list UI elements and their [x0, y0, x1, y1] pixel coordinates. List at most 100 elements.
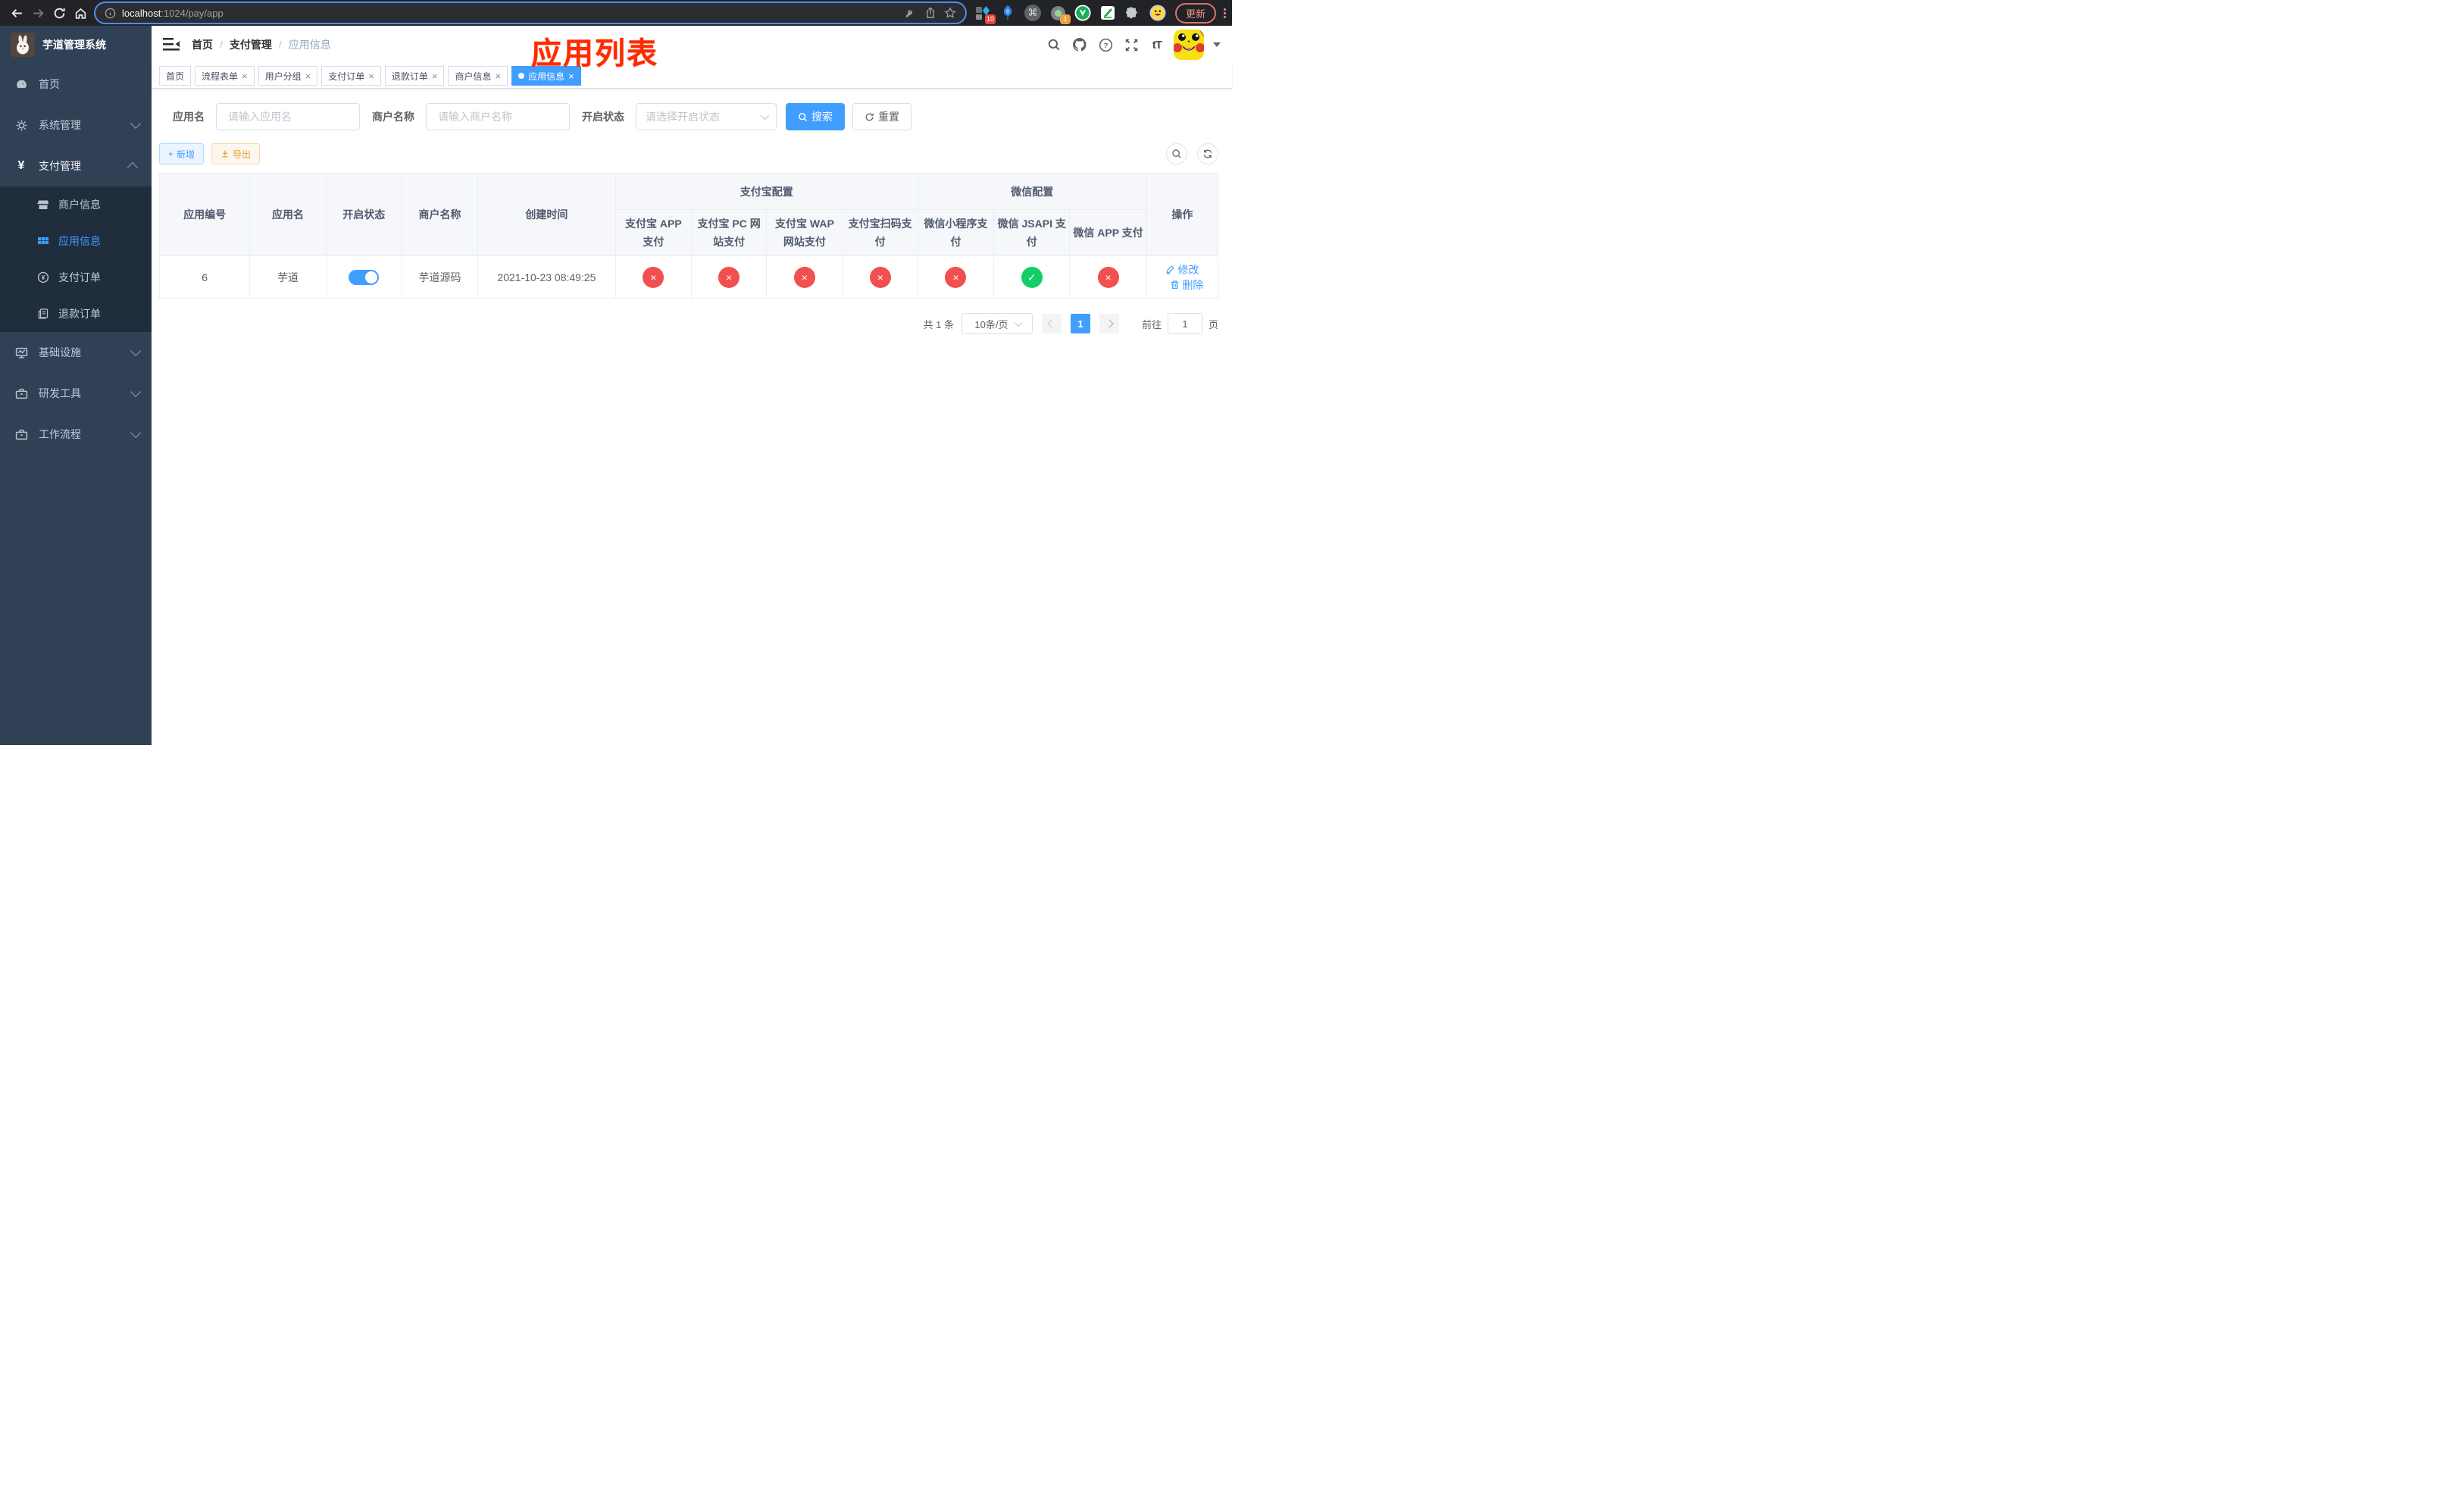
app-name-input[interactable]	[216, 103, 360, 130]
share-icon[interactable]	[924, 7, 937, 19]
password-key-icon[interactable]	[905, 7, 917, 19]
alipay-pc-status-icon: ×	[718, 266, 740, 288]
sidebar-item-pay-orders[interactable]: ¥ 支付订单	[0, 259, 152, 296]
user-avatar[interactable]	[1174, 30, 1204, 60]
tag-user-group[interactable]: 用户分组 ×	[258, 66, 318, 86]
col-alipay-qr: 支付宝扫码支付	[842, 209, 918, 256]
browser-update-button[interactable]: 更新	[1175, 2, 1217, 23]
extension-icon-green-note[interactable]	[1099, 5, 1116, 21]
browser-menu-button[interactable]	[1224, 8, 1227, 18]
export-button[interactable]: 导出	[211, 143, 261, 164]
add-button[interactable]: + 新增	[159, 143, 205, 164]
site-info-icon[interactable]	[105, 8, 116, 19]
browser-forward-button[interactable]	[27, 2, 48, 23]
github-icon[interactable]	[1071, 36, 1089, 54]
help-icon[interactable]: ?	[1096, 36, 1115, 54]
browser-reload-button[interactable]	[48, 2, 70, 23]
sidebar-collapse-icon[interactable]	[163, 38, 180, 52]
toolbox-icon	[14, 427, 28, 441]
status-select[interactable]: 请选择开启状态	[636, 103, 777, 130]
col-group-alipay: 支付宝配置	[614, 173, 918, 210]
sidebar-item-label: 商户信息	[58, 199, 101, 211]
alipay-app-status-icon: ×	[643, 266, 664, 288]
tag-home[interactable]: 首页	[159, 66, 192, 86]
delete-button[interactable]: 删除	[1170, 277, 1203, 293]
close-icon[interactable]: ×	[242, 71, 248, 81]
refresh-icon	[865, 113, 874, 121]
app-frame: 芋道管理系统 首页 系统管理 ¥ 支付管理 商户信息 应用信息 ¥ 支付订单 退…	[0, 26, 1232, 745]
extension-icon-vue-devtools[interactable]	[1074, 5, 1091, 21]
browser-back-button[interactable]	[6, 2, 27, 23]
sidebar-item-label: 支付管理	[39, 160, 81, 172]
extensions-puzzle-icon[interactable]	[1124, 5, 1141, 21]
col-wechat-jsapi: 微信 JSAPI 支付	[993, 209, 1071, 256]
browser-profile-avatar[interactable]	[1149, 5, 1166, 21]
sidebar-item-refund-orders[interactable]: 退款订单	[0, 296, 152, 332]
sidebar-logo[interactable]: 芋道管理系统	[0, 26, 152, 64]
font-size-icon[interactable]: tT	[1148, 36, 1166, 54]
puzzle-icon	[1126, 7, 1137, 19]
cell-status	[325, 255, 402, 299]
extension-icon-recorder[interactable]: 1	[1049, 5, 1071, 24]
sidebar-item-system[interactable]: 系统管理	[0, 105, 152, 146]
breadcrumb-payment[interactable]: 支付管理	[230, 37, 272, 52]
smiley-avatar-icon	[1149, 5, 1166, 21]
col-status: 开启状态	[325, 173, 402, 256]
close-icon[interactable]: ×	[495, 71, 501, 81]
close-icon[interactable]: ×	[305, 71, 311, 81]
yen-icon: ¥	[17, 159, 25, 172]
extension-icon-blocks[interactable]: 10	[974, 5, 996, 24]
show-search-toggle-button[interactable]	[1166, 143, 1187, 164]
tag-merchant-info[interactable]: 商户信息 ×	[448, 66, 508, 86]
breadcrumb-home[interactable]: 首页	[192, 37, 213, 52]
sidebar-item-payment[interactable]: ¥ 支付管理	[0, 146, 152, 186]
home-icon	[75, 8, 86, 19]
navbar-actions: ? tT	[1045, 30, 1221, 60]
address-bar[interactable]: localhost:1024/pay/app	[95, 3, 965, 23]
search-button[interactable]: 搜索	[786, 103, 845, 130]
sidebar-item-workflow[interactable]: 工作流程	[0, 414, 152, 455]
sidebar-item-label: 研发工具	[39, 387, 81, 399]
edit-pencil-icon	[1166, 265, 1175, 274]
url-text: localhost:1024/pay/app	[122, 7, 224, 19]
browser-home-button[interactable]	[70, 2, 91, 23]
sidebar-item-label: 基础设施	[39, 346, 81, 358]
bookmark-star-icon[interactable]	[944, 7, 956, 19]
sidebar-item-home[interactable]: 首页	[0, 64, 152, 105]
sidebar-item-dev-tools[interactable]: 研发工具	[0, 373, 152, 414]
edit-button[interactable]: 修改	[1165, 262, 1199, 277]
col-wechat-app: 微信 APP 支付	[1069, 209, 1147, 256]
close-icon[interactable]: ×	[432, 71, 438, 81]
refresh-table-button[interactable]	[1197, 143, 1218, 164]
header-search-icon[interactable]	[1045, 36, 1063, 54]
search-form: 应用名 商户名称 开启状态 请选择开启状态 搜索 重置	[159, 103, 1218, 130]
extension-icon-kite[interactable]	[999, 5, 1016, 21]
chevron-down-icon	[1014, 318, 1022, 327]
alipay-qr-status-icon: ×	[869, 266, 891, 288]
next-page-button[interactable]	[1099, 314, 1119, 333]
tag-refund-orders[interactable]: 退款订单 ×	[384, 66, 445, 86]
extension-icon-command[interactable]: ⌘	[1024, 5, 1041, 21]
wechat-mini-status-icon: ×	[945, 266, 967, 288]
fullscreen-icon[interactable]	[1122, 36, 1140, 54]
merchant-name-input[interactable]	[426, 103, 570, 130]
close-icon[interactable]: ×	[368, 71, 374, 81]
tag-pay-orders[interactable]: 支付订单 ×	[321, 66, 381, 86]
tag-process-form[interactable]: 流程表单 ×	[195, 66, 255, 86]
wechat-jsapi-status-icon: ✓	[1021, 266, 1043, 288]
enable-toggle[interactable]	[349, 269, 380, 285]
prev-page-button[interactable]	[1041, 314, 1062, 333]
page-content: 应用名 商户名称 开启状态 请选择开启状态 搜索 重置	[152, 89, 1232, 745]
trash-icon	[1171, 280, 1179, 289]
page-size-select[interactable]: 10条/页	[961, 313, 1033, 334]
sidebar-item-app-info[interactable]: 应用信息	[0, 223, 152, 259]
main-area: 首页 / 支付管理 / 应用信息 ? tT 首页 流程表单 × 用户分组 × 支…	[152, 26, 1232, 745]
page-number-button[interactable]: 1	[1070, 314, 1090, 333]
reset-button[interactable]: 重置	[852, 103, 911, 130]
sidebar-item-infrastructure[interactable]: 基础设施	[0, 332, 152, 373]
chevron-down-icon	[760, 111, 770, 121]
col-created: 创建时间	[477, 173, 616, 256]
sidebar-item-merchant-info[interactable]: 商户信息	[0, 186, 152, 223]
goto-page-input[interactable]	[1167, 313, 1202, 334]
avatar-caret-icon[interactable]	[1213, 42, 1221, 47]
